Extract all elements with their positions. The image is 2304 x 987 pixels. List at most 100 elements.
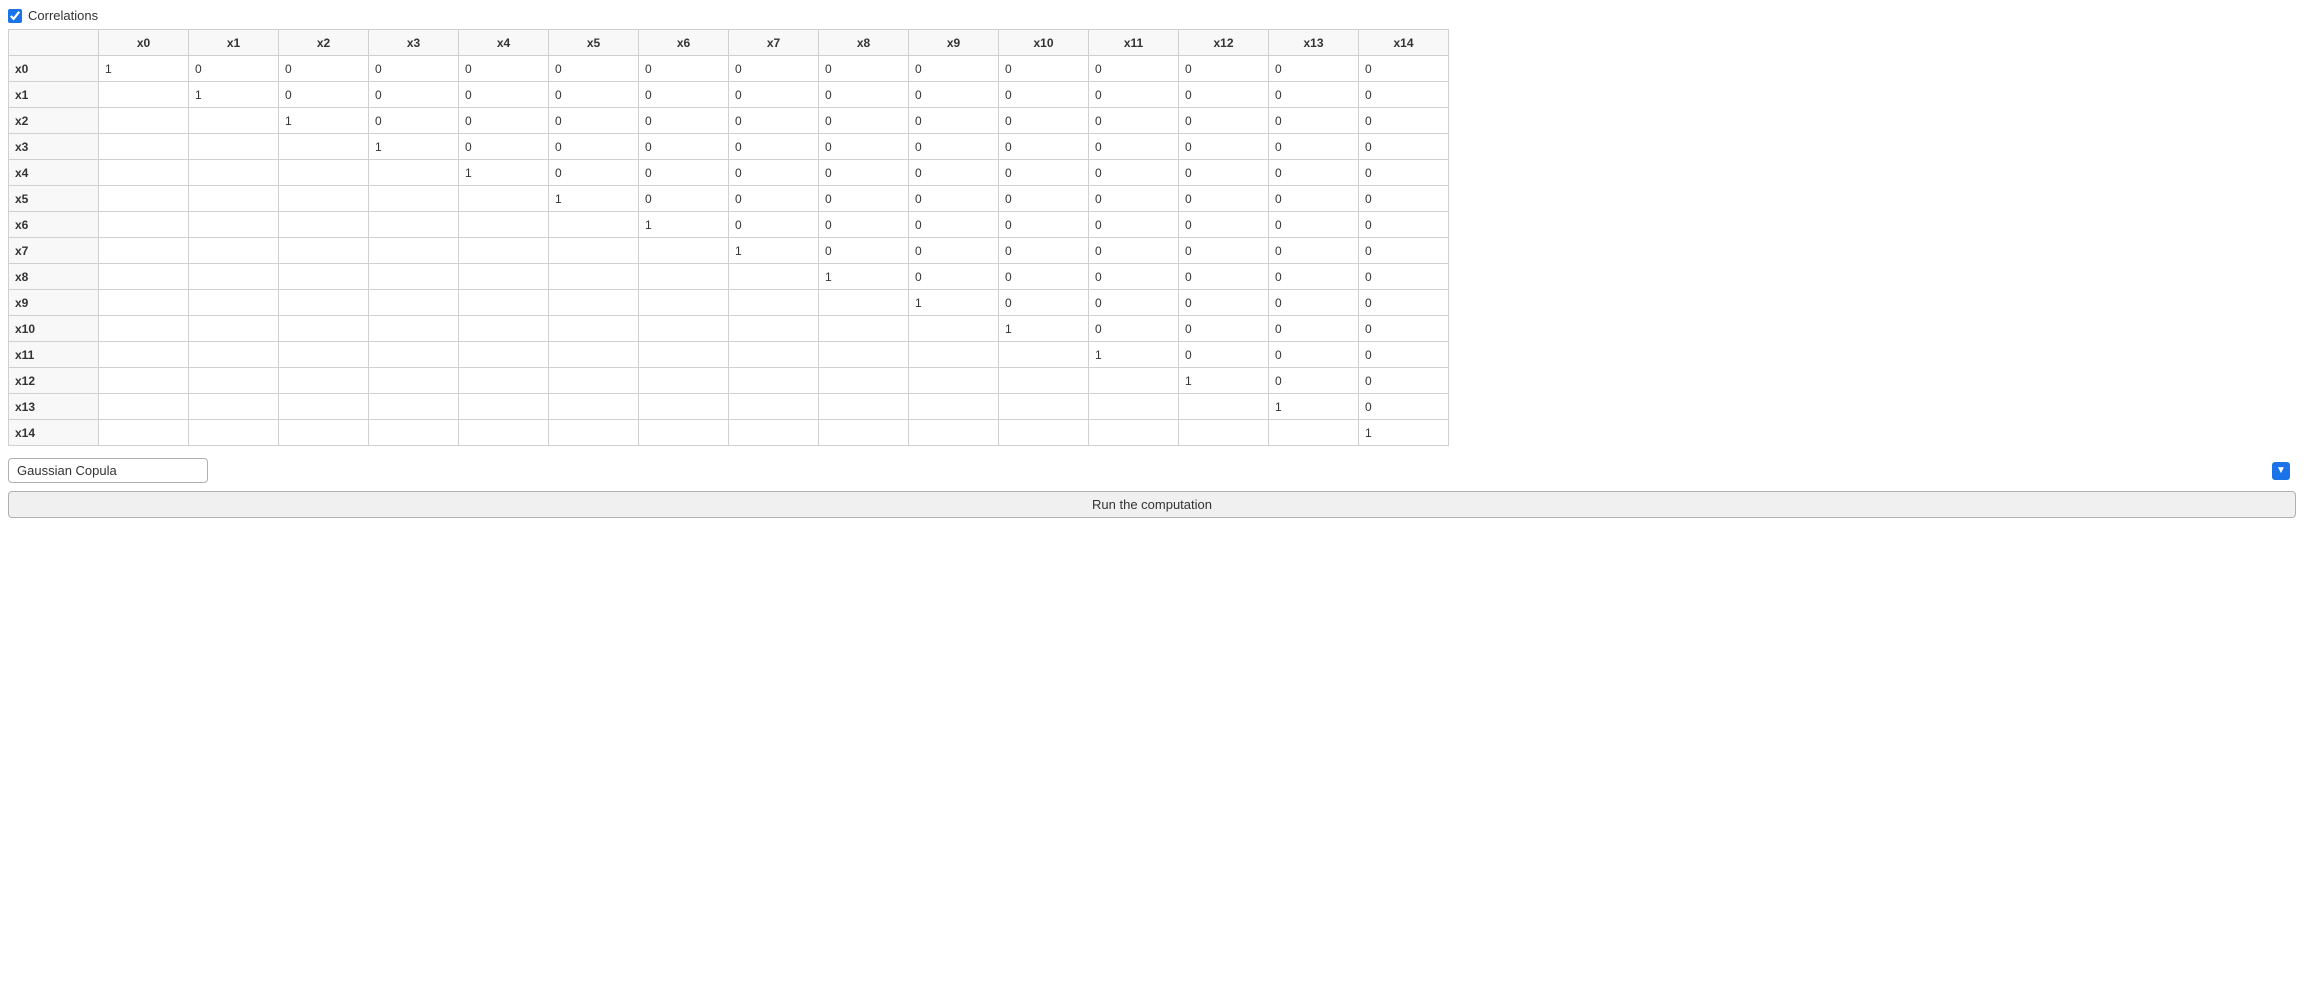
table-cell[interactable] xyxy=(729,368,819,394)
table-cell[interactable]: 0 xyxy=(909,108,999,134)
table-cell[interactable]: 0 xyxy=(459,108,549,134)
table-cell[interactable] xyxy=(549,394,639,420)
table-cell[interactable]: 0 xyxy=(459,134,549,160)
table-cell[interactable]: 0 xyxy=(1359,134,1449,160)
table-cell[interactable]: 0 xyxy=(639,160,729,186)
table-cell[interactable]: 0 xyxy=(1179,82,1269,108)
table-cell[interactable]: 0 xyxy=(999,134,1089,160)
table-cell[interactable] xyxy=(279,238,369,264)
table-cell[interactable]: 0 xyxy=(549,134,639,160)
table-cell[interactable]: 1 xyxy=(729,238,819,264)
table-cell[interactable]: 0 xyxy=(1179,56,1269,82)
table-cell[interactable]: 0 xyxy=(369,82,459,108)
table-cell[interactable] xyxy=(369,342,459,368)
table-cell[interactable]: 0 xyxy=(1269,316,1359,342)
table-cell[interactable]: 0 xyxy=(729,134,819,160)
table-cell[interactable]: 0 xyxy=(1089,316,1179,342)
table-cell[interactable]: 0 xyxy=(1089,134,1179,160)
table-cell[interactable] xyxy=(459,316,549,342)
table-cell[interactable] xyxy=(1269,420,1359,446)
table-cell[interactable] xyxy=(549,420,639,446)
table-cell[interactable]: 0 xyxy=(1359,238,1449,264)
table-cell[interactable]: 1 xyxy=(1269,394,1359,420)
table-cell[interactable] xyxy=(729,264,819,290)
table-cell[interactable] xyxy=(99,82,189,108)
table-cell[interactable]: 0 xyxy=(1089,264,1179,290)
table-cell[interactable] xyxy=(279,342,369,368)
table-cell[interactable]: 0 xyxy=(1179,290,1269,316)
table-cell[interactable] xyxy=(1089,368,1179,394)
table-cell[interactable]: 0 xyxy=(1089,212,1179,238)
table-cell[interactable]: 0 xyxy=(1089,82,1179,108)
table-cell[interactable]: 0 xyxy=(1359,290,1449,316)
table-cell[interactable] xyxy=(639,394,729,420)
table-cell[interactable] xyxy=(549,290,639,316)
table-cell[interactable]: 0 xyxy=(549,82,639,108)
table-cell[interactable] xyxy=(549,316,639,342)
table-cell[interactable] xyxy=(279,186,369,212)
table-cell[interactable] xyxy=(1179,420,1269,446)
table-cell[interactable]: 1 xyxy=(279,108,369,134)
table-cell[interactable]: 1 xyxy=(549,186,639,212)
table-cell[interactable]: 1 xyxy=(819,264,909,290)
table-cell[interactable]: 0 xyxy=(819,186,909,212)
table-cell[interactable] xyxy=(639,238,729,264)
table-cell[interactable] xyxy=(729,290,819,316)
table-cell[interactable] xyxy=(459,420,549,446)
table-cell[interactable]: 0 xyxy=(639,186,729,212)
table-cell[interactable]: 1 xyxy=(1179,368,1269,394)
table-cell[interactable] xyxy=(99,134,189,160)
table-cell[interactable]: 0 xyxy=(819,134,909,160)
table-cell[interactable]: 0 xyxy=(909,238,999,264)
table-cell[interactable] xyxy=(189,394,279,420)
table-cell[interactable] xyxy=(279,394,369,420)
table-cell[interactable] xyxy=(549,342,639,368)
table-cell[interactable]: 0 xyxy=(1179,186,1269,212)
table-cell[interactable]: 0 xyxy=(1089,186,1179,212)
table-cell[interactable] xyxy=(819,316,909,342)
table-cell[interactable]: 0 xyxy=(819,238,909,264)
table-cell[interactable]: 0 xyxy=(909,212,999,238)
table-cell[interactable]: 0 xyxy=(729,212,819,238)
table-cell[interactable]: 0 xyxy=(1359,56,1449,82)
table-cell[interactable] xyxy=(99,290,189,316)
table-cell[interactable] xyxy=(459,342,549,368)
table-cell[interactable] xyxy=(279,420,369,446)
table-cell[interactable]: 0 xyxy=(999,160,1089,186)
table-cell[interactable] xyxy=(729,394,819,420)
table-cell[interactable]: 0 xyxy=(729,186,819,212)
table-cell[interactable]: 1 xyxy=(189,82,279,108)
table-cell[interactable] xyxy=(279,316,369,342)
table-cell[interactable]: 0 xyxy=(1269,186,1359,212)
table-cell[interactable] xyxy=(459,290,549,316)
table-cell[interactable]: 0 xyxy=(1089,108,1179,134)
table-cell[interactable] xyxy=(729,342,819,368)
table-cell[interactable] xyxy=(639,420,729,446)
table-cell[interactable] xyxy=(99,186,189,212)
table-cell[interactable]: 0 xyxy=(819,160,909,186)
table-cell[interactable] xyxy=(549,212,639,238)
table-cell[interactable]: 0 xyxy=(1269,82,1359,108)
table-cell[interactable]: 0 xyxy=(279,82,369,108)
table-cell[interactable]: 0 xyxy=(909,264,999,290)
table-cell[interactable]: 1 xyxy=(1359,420,1449,446)
table-cell[interactable] xyxy=(99,394,189,420)
table-cell[interactable]: 0 xyxy=(1269,264,1359,290)
table-cell[interactable]: 0 xyxy=(999,56,1089,82)
table-cell[interactable] xyxy=(189,420,279,446)
table-cell[interactable] xyxy=(909,420,999,446)
table-cell[interactable]: 0 xyxy=(819,82,909,108)
table-cell[interactable] xyxy=(459,264,549,290)
table-cell[interactable] xyxy=(819,394,909,420)
table-cell[interactable]: 0 xyxy=(1359,368,1449,394)
table-cell[interactable]: 0 xyxy=(909,56,999,82)
table-cell[interactable]: 0 xyxy=(1269,134,1359,160)
table-cell[interactable] xyxy=(819,420,909,446)
table-cell[interactable]: 0 xyxy=(639,56,729,82)
table-cell[interactable] xyxy=(639,342,729,368)
table-cell[interactable]: 1 xyxy=(639,212,729,238)
table-cell[interactable]: 0 xyxy=(1269,108,1359,134)
table-cell[interactable]: 0 xyxy=(1179,316,1269,342)
table-cell[interactable]: 0 xyxy=(1269,56,1359,82)
table-cell[interactable] xyxy=(459,368,549,394)
